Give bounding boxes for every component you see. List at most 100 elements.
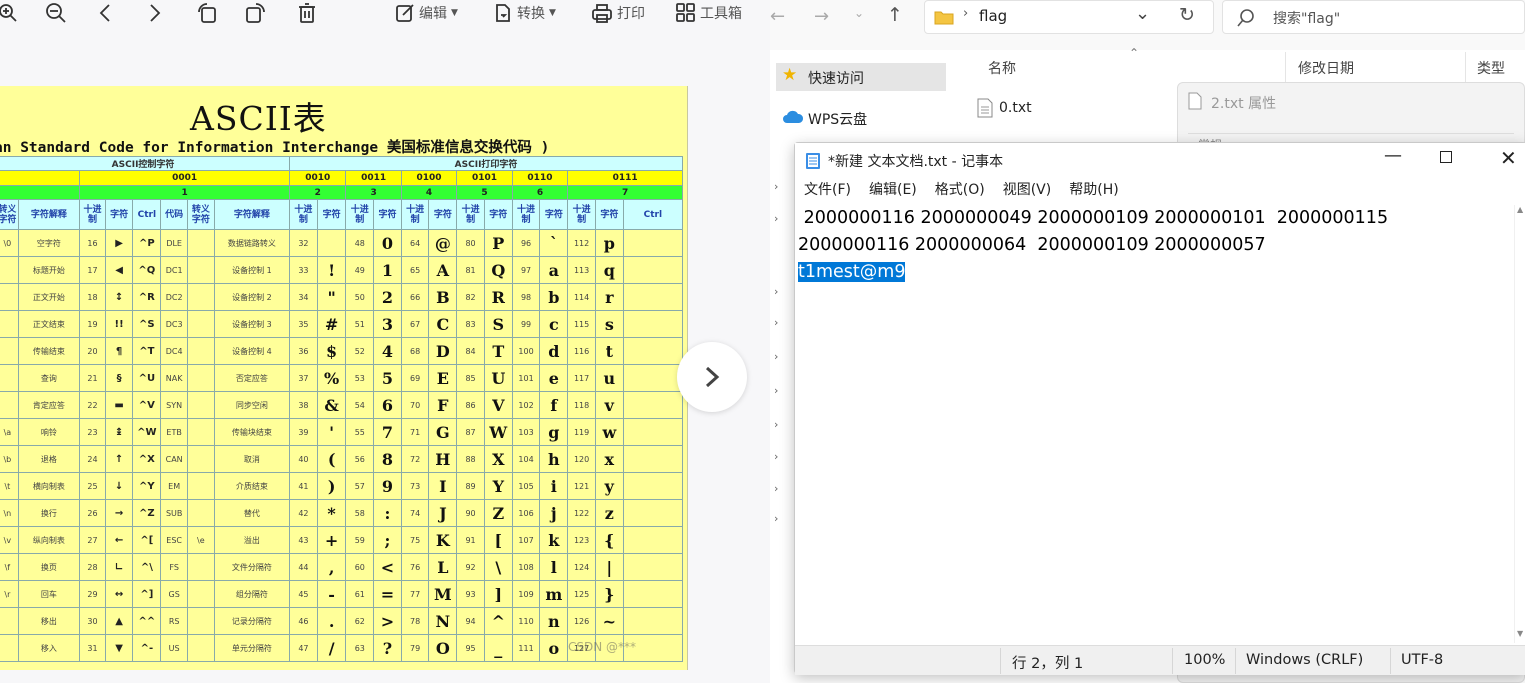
ascii-cell	[622, 256, 684, 284]
breadcrumb-separator-icon: ›	[963, 6, 969, 21]
previous-button[interactable]	[98, 0, 112, 26]
maximize-button[interactable]	[1440, 151, 1452, 163]
refresh-icon[interactable]: ↻	[1179, 4, 1195, 26]
column-divider[interactable]	[1465, 52, 1466, 82]
status-encoding: UTF-8	[1401, 652, 1444, 668]
expand-chevron-icon[interactable]: ›	[774, 285, 778, 298]
expand-chevron-icon[interactable]: ›	[774, 316, 778, 329]
ascii-cell: ^Z	[132, 499, 162, 527]
expand-chevron-icon[interactable]: ›	[774, 212, 778, 225]
column-modified[interactable]: 修改日期	[1298, 58, 1354, 78]
file-row[interactable]: 0.txt	[975, 96, 1175, 124]
expand-chevron-icon[interactable]: ›	[774, 450, 778, 463]
ascii-cell: 46	[289, 607, 318, 635]
zoom-in-button[interactable]	[0, 0, 18, 26]
ascii-subtitle: an Standard Code for Information Interch…	[0, 140, 550, 156]
search-box[interactable]: 搜索"flag"	[1222, 0, 1525, 34]
toolbox-button[interactable]: 工具箱	[676, 0, 742, 26]
ascii-row: \n 换行 26 → ^Z SUB 替代 42 * 58:74 J 90 Z 106 j 122 z	[0, 499, 684, 527]
convert-menu-button[interactable]: 转换 ▼	[493, 0, 556, 26]
ascii-cell: 48	[345, 229, 375, 257]
ascii-cell: CAN	[160, 445, 189, 473]
expand-chevron-icon[interactable]: ›	[774, 350, 778, 363]
group-code: 0100	[400, 170, 458, 186]
ascii-cell: 120	[567, 445, 596, 473]
print-button[interactable]: 打印	[591, 0, 645, 26]
ascii-row: \v 纵向制表 27 ← ^[ESC \e 溢出 43 +59; 75 K 91[107 k 123{	[0, 526, 684, 554]
ascii-cell: DLE	[160, 229, 189, 257]
column-type[interactable]: 类型	[1477, 58, 1505, 78]
rotate-left-icon	[198, 3, 216, 23]
back-button[interactable]: ←	[770, 6, 785, 27]
column-name[interactable]: 名称	[988, 58, 1016, 78]
expand-chevron-icon[interactable]: ›	[774, 384, 778, 397]
ascii-cell: 37	[289, 364, 318, 392]
column-divider[interactable]	[1285, 52, 1286, 82]
ascii-cell: 61	[345, 580, 375, 608]
notepad-title: *新建 文本文档.txt - 记事本	[828, 154, 1004, 170]
ascii-cell: 98	[511, 283, 541, 311]
scroll-down-icon[interactable]: ▼	[1517, 629, 1523, 638]
ascii-cell: ^W	[132, 418, 162, 446]
address-bar[interactable]: › flag ⌄ ↻	[924, 0, 1214, 34]
edit-menu-button[interactable]: 编辑 ▼	[395, 0, 458, 26]
breadcrumb-flag[interactable]: flag	[979, 7, 1007, 25]
menu-edit[interactable]: 编辑(E)	[860, 179, 926, 203]
ascii-cell: 105	[511, 472, 541, 500]
expand-chevron-icon[interactable]: ›	[774, 180, 778, 193]
notepad-titlebar: *新建 文本文档.txt - 记事本 — ✕	[795, 143, 1525, 175]
minimize-button[interactable]: —	[1384, 145, 1402, 166]
col-header-dec: 十进制	[79, 199, 106, 230]
notepad-text-area[interactable]: 2000000116 2000000049 2000000109 2000000…	[798, 205, 1513, 643]
ascii-cell	[187, 364, 215, 392]
ascii-cell: DC3	[160, 310, 189, 338]
ascii-cell: _	[483, 634, 513, 662]
ascii-cell: #	[316, 310, 347, 338]
sidebar-item-wps-cloud[interactable]: WPS云盘	[776, 104, 946, 132]
ascii-cell: \0	[0, 229, 19, 257]
notepad-statusbar: 行 2，列 1 100% Windows (CRLF) UTF-8	[795, 645, 1525, 675]
menu-help[interactable]: 帮助(H)	[1060, 179, 1127, 203]
ascii-cell: 113	[567, 256, 596, 284]
ascii-row: \b 退格 24 ↑ ^X CAN 取消 40(56 8 72 H 88 X 104 h 120 x	[0, 445, 684, 473]
zoom-out-button[interactable]	[46, 0, 66, 26]
address-dropdown-icon[interactable]: ⌄	[1135, 3, 1150, 24]
rotate-left-button[interactable]	[196, 0, 218, 26]
expand-chevron-icon[interactable]: ›	[774, 512, 778, 525]
ascii-cell: "	[316, 283, 347, 311]
ascii-cell: 35	[289, 310, 318, 338]
up-button[interactable]: ↑	[887, 4, 903, 26]
ascii-cell: 99	[511, 310, 541, 338]
search-icon	[1237, 9, 1254, 27]
forward-button[interactable]: →	[814, 6, 829, 27]
ascii-cell: SUB	[160, 499, 189, 527]
ascii-cell: 87	[456, 418, 485, 446]
delete-button[interactable]	[297, 0, 317, 26]
caret-down-icon: ▼	[451, 8, 458, 18]
menu-file[interactable]: 文件(F)	[795, 179, 860, 203]
expand-chevron-icon[interactable]: ›	[774, 418, 778, 431]
vertical-scrollbar[interactable]: ▲ ▼	[1514, 205, 1525, 643]
next-page-button[interactable]	[677, 342, 747, 412]
group-code: 0001	[79, 170, 291, 186]
ascii-cell: ^Q	[132, 256, 162, 284]
ascii-cell: ^R	[132, 283, 162, 311]
ascii-cell: E	[428, 364, 458, 392]
next-button[interactable]	[148, 0, 162, 26]
sidebar-item-quick-access[interactable]: ★ 快速访问	[776, 63, 946, 91]
recent-dropdown-button[interactable]: ⌄	[854, 6, 864, 20]
menu-view[interactable]: 视图(V)	[994, 179, 1061, 203]
ascii-cell	[622, 526, 684, 554]
rotate-right-button[interactable]	[245, 0, 267, 26]
ascii-cell: 响铃	[17, 418, 81, 446]
expand-chevron-icon[interactable]: ›	[774, 482, 778, 495]
ascii-cell	[187, 283, 215, 311]
group-num: 2	[289, 185, 347, 200]
scroll-up-icon[interactable]: ▲	[1517, 205, 1523, 214]
ascii-cell: \	[483, 553, 513, 581]
ascii-cell: 28	[79, 553, 106, 581]
menu-format[interactable]: 格式(O)	[926, 179, 994, 203]
ascii-cell	[0, 337, 19, 365]
ascii-cell: 40	[289, 445, 318, 473]
close-button[interactable]: ✕	[1500, 146, 1517, 170]
